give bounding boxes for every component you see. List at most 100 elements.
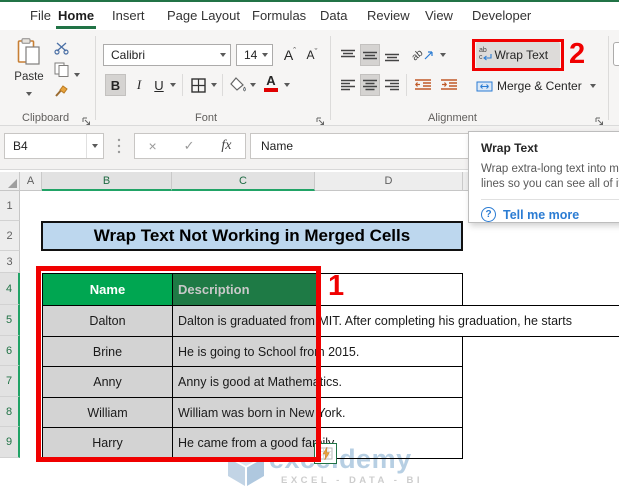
row-header-7[interactable]: 7 xyxy=(0,366,20,397)
font-group-label: Font xyxy=(195,112,218,124)
merge-center-chevron-icon xyxy=(589,84,596,88)
column-header-c[interactable]: C xyxy=(172,172,315,191)
format-painter-icon xyxy=(55,85,68,97)
paste-label: Paste xyxy=(14,71,44,83)
tab-developer[interactable]: Developer xyxy=(472,8,531,23)
align-left-icon xyxy=(341,79,355,90)
italic-glyph: I xyxy=(136,77,142,92)
select-all-button[interactable] xyxy=(0,172,20,191)
align-left-button[interactable] xyxy=(338,74,358,96)
increase-indent-icon xyxy=(441,79,457,90)
format-painter-button[interactable] xyxy=(54,84,70,104)
tab-home[interactable]: Home xyxy=(58,8,94,23)
merge-center-button[interactable]: Merge & Center xyxy=(476,74,596,98)
font-color-glyph: A xyxy=(266,73,276,88)
cut-button[interactable] xyxy=(54,42,69,60)
orientation-button[interactable]: ab xyxy=(410,44,436,66)
select-all-triangle-icon xyxy=(8,179,17,188)
copy-icon xyxy=(54,62,69,77)
borders-button[interactable] xyxy=(188,74,208,96)
font-size-select[interactable]: 14 xyxy=(236,44,273,66)
font-name-value: Calibri xyxy=(111,48,146,62)
copy-button[interactable] xyxy=(54,62,81,82)
increase-indent-button[interactable] xyxy=(438,74,460,96)
title-cell[interactable]: Wrap Text Not Working in Merged Cells xyxy=(41,221,463,251)
name-box-value: B4 xyxy=(13,139,28,153)
align-middle-button[interactable] xyxy=(360,44,380,66)
tell-me-more-link[interactable]: ? Tell me more xyxy=(481,207,619,222)
tab-data[interactable]: Data xyxy=(320,8,347,23)
wrap-text-tooltip: Wrap Text Wrap extra-long text into mult… xyxy=(468,131,619,223)
tell-me-more-label: Tell me more xyxy=(503,207,580,222)
ribbon-tab-bar: File Home Insert Page Layout Formulas Da… xyxy=(0,2,619,30)
row-header-6[interactable]: 6 xyxy=(0,336,20,366)
fill-color-icon xyxy=(229,77,246,92)
align-center-button[interactable] xyxy=(360,74,380,96)
tab-insert[interactable]: Insert xyxy=(112,8,145,23)
bold-glyph: B xyxy=(110,77,121,93)
align-top-button[interactable] xyxy=(338,44,358,66)
decrease-indent-icon xyxy=(415,79,431,90)
fill-color-button[interactable] xyxy=(228,74,248,96)
tab-view[interactable]: View xyxy=(425,8,453,23)
small-divider xyxy=(406,74,407,96)
font-color-button[interactable]: A xyxy=(262,72,280,94)
align-top-icon xyxy=(341,49,355,57)
grow-font-button[interactable]: Aˆ xyxy=(280,44,300,66)
underline-chevron-icon xyxy=(170,83,176,87)
annotation-box-2 xyxy=(472,39,564,71)
cancel-button[interactable]: × xyxy=(148,138,156,154)
align-bottom-button[interactable] xyxy=(382,44,402,66)
row-header-2[interactable]: 2 xyxy=(0,221,20,251)
number-format-select-partial[interactable] xyxy=(613,42,619,66)
ribbon: Paste Clipboard Calibri 14 A ˆ A ˇ B I U… xyxy=(0,30,619,126)
group-divider xyxy=(608,36,609,120)
column-header-a[interactable]: A xyxy=(20,172,42,191)
paste-button[interactable]: Paste xyxy=(8,38,50,104)
watermark-tagline: EXCEL - DATA - BI xyxy=(281,475,424,486)
underline-button[interactable]: U xyxy=(150,74,168,96)
annotation-box-1 xyxy=(36,266,321,462)
borders-chevron-icon xyxy=(211,83,217,87)
row-header-1[interactable]: 1 xyxy=(0,191,20,221)
shrink-font-button[interactable]: Aˇ xyxy=(302,44,322,66)
annotation-number-1: 1 xyxy=(328,270,345,302)
excel-window: File Home Insert Page Layout Formulas Da… xyxy=(0,0,619,495)
tab-formulas[interactable]: Formulas xyxy=(252,8,306,23)
row-header-9[interactable]: 9 xyxy=(0,427,20,458)
clipboard-icon xyxy=(17,38,40,65)
row-header-3[interactable]: 3 xyxy=(0,251,20,273)
bold-button[interactable]: B xyxy=(105,74,126,96)
align-right-icon xyxy=(385,79,399,90)
row-header-5[interactable]: 5 xyxy=(0,305,20,336)
font-name-select[interactable]: Calibri xyxy=(103,44,231,66)
tab-file[interactable]: File xyxy=(30,8,51,23)
font-name-chevron-icon xyxy=(220,53,226,57)
enter-button[interactable]: ✓ xyxy=(184,138,195,154)
italic-button[interactable]: I xyxy=(130,74,148,96)
tab-review[interactable]: Review xyxy=(367,8,410,23)
tooltip-title: Wrap Text xyxy=(481,141,538,155)
merge-center-label: Merge & Center xyxy=(497,79,582,93)
merge-center-icon xyxy=(476,81,493,91)
alignment-group-label: Alignment xyxy=(428,112,477,124)
name-box[interactable]: B4 xyxy=(4,133,104,159)
tab-page-layout[interactable]: Page Layout xyxy=(167,8,240,23)
row-header-8[interactable]: 8 xyxy=(0,397,20,427)
help-question-icon: ? xyxy=(481,207,496,222)
column-header-d[interactable]: D xyxy=(315,172,463,191)
clipboard-group-label: Clipboard xyxy=(22,112,70,124)
tab-home-underline xyxy=(56,26,96,29)
column-header-b[interactable]: B xyxy=(42,172,172,191)
copy-chevron-icon xyxy=(74,73,81,77)
orientation-chevron-icon xyxy=(440,53,446,57)
row-header-4[interactable]: 4 xyxy=(0,273,20,305)
align-right-button[interactable] xyxy=(382,74,402,96)
scissors-icon xyxy=(54,42,69,55)
insert-function-button[interactable]: fx xyxy=(221,138,231,154)
font-color-bar xyxy=(264,88,278,92)
align-center-icon xyxy=(363,79,377,90)
tooltip-divider xyxy=(481,199,619,200)
decrease-indent-button[interactable] xyxy=(412,74,434,96)
align-bottom-icon xyxy=(385,53,399,61)
